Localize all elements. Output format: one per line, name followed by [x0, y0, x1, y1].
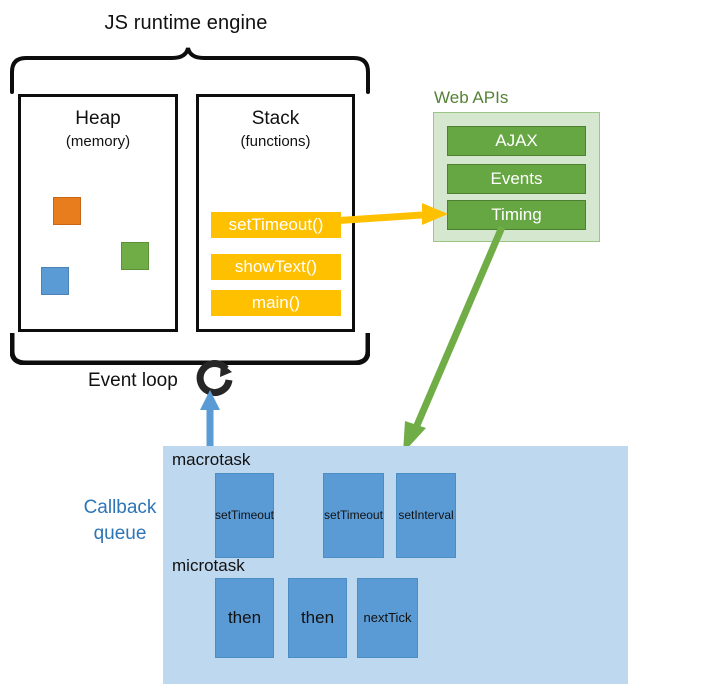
stack-frame-main: main() — [211, 290, 341, 316]
js-runtime-engine-title: JS runtime engine — [104, 12, 268, 34]
heap-object-blue — [41, 267, 69, 295]
heap-object-green — [121, 242, 149, 270]
heap-subtitle: (memory) — [65, 133, 131, 150]
macrotask-section-label: macrotask — [172, 450, 251, 469]
macrotask-card-setTimeout-2: setTimeout — [323, 473, 384, 558]
microtask-card-nextTick: nextTick — [357, 578, 418, 658]
microtask-card-then-2: then — [288, 578, 347, 658]
microtask-section-label: microtask — [172, 556, 245, 575]
stack-frame-setTimeout: setTimeout() — [211, 212, 341, 238]
stack-subtitle: (functions) — [240, 133, 311, 150]
queue-to-eventloop-arrow — [200, 390, 220, 448]
webapi-to-queue-arrow — [403, 225, 506, 453]
stack-frame-showText: showText() — [211, 254, 341, 280]
engine-top-brace — [10, 47, 370, 94]
microtask-card-then-1: then — [215, 578, 274, 658]
callback-queue-label: Callback queue — [70, 495, 170, 547]
engine-bottom-bracket — [10, 333, 370, 365]
callback-queue-label-line2: queue — [93, 523, 147, 544]
macrotask-card-setTimeout-1: setTimeout — [215, 473, 274, 558]
js-event-loop-diagram: JS runtime engine Heap (memory) Stack (f… — [0, 0, 701, 684]
stack-title: Stack — [251, 108, 300, 129]
web-api-events: Events — [447, 164, 586, 194]
web-apis-title: Web APIs — [434, 88, 509, 107]
macrotask-card-setInterval: setInterval — [396, 473, 456, 558]
callback-queue-label-line1: Callback — [83, 497, 157, 518]
web-api-ajax: AJAX — [447, 126, 586, 156]
heap-object-orange — [53, 197, 81, 225]
heap-title: Heap — [75, 108, 121, 129]
event-loop-label: Event loop — [88, 370, 178, 391]
